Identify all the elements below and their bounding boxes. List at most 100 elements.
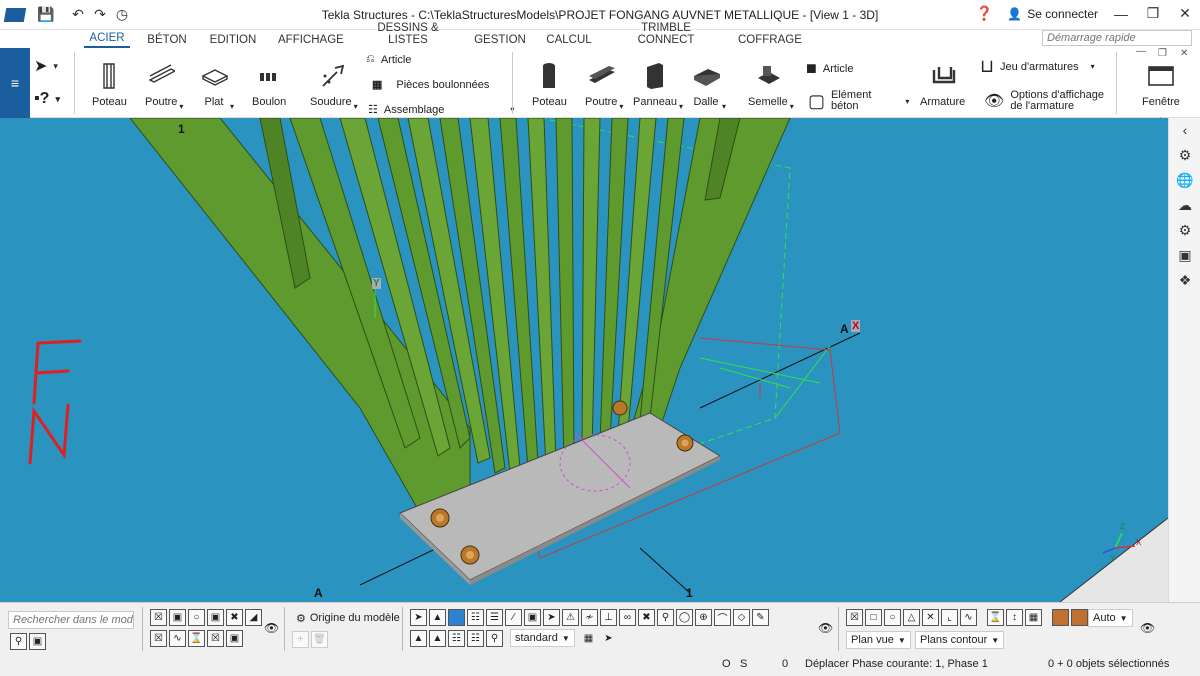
properties-icon[interactable]: ⚙ xyxy=(1169,143,1200,168)
weld-button[interactable]: Soudure ▾ xyxy=(310,62,358,111)
snap-triangle-icon[interactable]: ▲ xyxy=(429,609,446,626)
rebar-display-options-button[interactable]: 👁 Options d'affichage de l'armature xyxy=(984,90,1104,112)
concrete-element-button[interactable]: ▢ Elément béton ▾ xyxy=(808,90,909,112)
tekla-logo-icon[interactable] xyxy=(0,0,30,30)
globe-icon[interactable]: 🌐 xyxy=(1169,168,1200,193)
select-parts-icon[interactable]: ▣ xyxy=(169,609,186,626)
rebar-set-button[interactable]: ⊔ Jeu d'armatures ▾ xyxy=(980,56,1095,77)
zoom-selected-icon[interactable]: ▣ xyxy=(29,633,46,650)
undo-icon[interactable]: ↶ xyxy=(70,6,86,23)
steel-column-button[interactable]: Poteau xyxy=(92,62,127,108)
snap-pointer-icon[interactable]: ➤ xyxy=(410,609,427,626)
view-color-1-icon[interactable] xyxy=(1052,609,1069,626)
tab-dessins-listes[interactable]: DESSINS & LISTES xyxy=(362,22,454,48)
select-bolts-icon[interactable]: ▣ xyxy=(207,609,224,626)
visibility-eye-icon-3[interactable]: 👁 xyxy=(1140,621,1155,635)
snap-end-icon[interactable]: ◯ xyxy=(676,609,693,626)
tab-calcul[interactable]: CALCUL xyxy=(546,34,592,48)
snap-line-icon[interactable]: ∕ xyxy=(505,609,522,626)
concrete-article-button[interactable]: ■ Article xyxy=(806,58,853,79)
snap-lines-grid-icon[interactable]: ☷ xyxy=(467,630,484,647)
select-reference-icon[interactable]: ☒ xyxy=(207,630,224,647)
redo-icon[interactable]: ↷ xyxy=(92,6,108,23)
snap-perpendicular-icon[interactable]: ⊥ xyxy=(600,609,617,626)
view-cross-icon[interactable]: ✕ xyxy=(922,609,939,626)
select-points-icon[interactable]: ○ xyxy=(188,609,205,626)
slab-button[interactable]: Dalle ▾ xyxy=(692,62,726,111)
delete-origin-icon[interactable]: 🗑 xyxy=(311,631,328,648)
snap-grid-icon[interactable]: ☷ xyxy=(467,609,484,626)
help-icon[interactable]: ❓ xyxy=(975,5,993,22)
view-corner-icon[interactable]: ⌞ xyxy=(941,609,958,626)
footing-button[interactable]: Semelle ▾ xyxy=(748,62,794,111)
model-view[interactable] xyxy=(0,118,1168,602)
snap-reference-icon[interactable]: ▲ xyxy=(429,630,446,647)
select-planes-icon[interactable]: ◢ xyxy=(245,609,262,626)
steel-beam-button[interactable]: Poutre ▾ xyxy=(145,62,183,111)
concrete-column-button[interactable]: Poteau xyxy=(532,62,567,108)
snap-tool-icon[interactable]: ✎ xyxy=(752,609,769,626)
tab-beton[interactable]: BÉTON xyxy=(147,34,187,48)
collapse-panel-icon[interactable]: ‹ xyxy=(1169,118,1200,143)
connection-button[interactable]: ☷Assemblage▾ xyxy=(368,103,514,117)
select-components-icon[interactable]: ☒ xyxy=(150,630,167,647)
ribbon-menu-icon[interactable]: ≡ xyxy=(0,48,30,118)
tab-acier[interactable]: ACIER xyxy=(84,32,130,48)
snap-free-icon[interactable]: ➤ xyxy=(543,609,560,626)
select-assembly-icon[interactable]: ▣ xyxy=(226,630,243,647)
select-cuts-icon[interactable]: ∿ xyxy=(169,630,186,647)
snap-arc-icon[interactable]: ⌒ xyxy=(714,609,731,626)
steel-article-button[interactable]: ⎌ Article xyxy=(366,53,411,66)
snap-depth-select[interactable]: standard ▼ xyxy=(510,629,575,647)
snap-square-icon[interactable] xyxy=(448,609,465,626)
inquire-tool-icon[interactable]: ▪? ▾ xyxy=(34,90,60,108)
view-box-icon[interactable]: □ xyxy=(865,609,882,626)
model-search-input[interactable] xyxy=(8,611,134,629)
select-tool-icon[interactable]: ➤ ▾ xyxy=(34,56,58,76)
view-hourglass-icon[interactable]: ⌛ xyxy=(987,609,1004,626)
visibility-eye-icon-1[interactable]: 👁 xyxy=(264,621,279,635)
ortho-status[interactable]: O xyxy=(722,658,731,670)
view-all-icon[interactable]: ☒ xyxy=(846,609,863,626)
origin-button[interactable]: ⚙ Origine du modèle xyxy=(292,609,404,627)
concrete-beam-button[interactable]: Poutre ▾ xyxy=(585,62,623,111)
view-hash-icon[interactable]: ▦ xyxy=(1025,609,1042,626)
snap-points-grid-icon[interactable]: ☷ xyxy=(448,630,465,647)
tab-gestion[interactable]: GESTION xyxy=(474,34,526,48)
ribbon-restore-icon[interactable]: ❐ xyxy=(1158,48,1167,59)
cursor-icon[interactable]: ➤ xyxy=(600,630,617,647)
save-icon[interactable]: 💾 xyxy=(37,6,54,23)
view-circle-icon[interactable]: ○ xyxy=(884,609,901,626)
view-arrows-icon[interactable]: ↕ xyxy=(1006,609,1023,626)
add-origin-icon[interactable]: + xyxy=(292,631,309,648)
bolted-parts-button[interactable]: ▦ Pièces boulonnées xyxy=(372,78,489,92)
snap-tangent-icon[interactable]: ∞ xyxy=(619,609,636,626)
snap-plane-icon[interactable]: ◇ xyxy=(733,609,750,626)
auto-select[interactable]: Auto ▼ xyxy=(1088,609,1133,627)
bolt-button[interactable]: Boulon xyxy=(252,62,286,108)
ribbon-min-icon[interactable]: — xyxy=(1136,46,1146,57)
restore-icon[interactable]: ❐ xyxy=(1144,5,1162,22)
tab-edition[interactable]: EDITION xyxy=(208,34,258,48)
cube-icon[interactable]: ▣ xyxy=(1169,243,1200,268)
ribbon-close-icon[interactable]: ✕ xyxy=(1180,48,1188,59)
rebar-button[interactable]: Armature xyxy=(920,62,965,108)
cloud-icon[interactable]: ☁ xyxy=(1169,193,1200,218)
snap-mesh-icon[interactable]: ⚲ xyxy=(486,630,503,647)
snap-status[interactable]: S xyxy=(740,658,747,670)
apps-icon[interactable]: ❖ xyxy=(1169,268,1200,293)
snap-geometry-icon[interactable]: ▲ xyxy=(410,630,427,647)
snap-intersect-icon[interactable]: ✖ xyxy=(638,609,655,626)
ortho-icon[interactable]: ▦ xyxy=(580,630,597,647)
quick-search-input[interactable] xyxy=(1042,30,1192,46)
tab-trimble-connect[interactable]: TRIMBLE CONNECT xyxy=(614,22,718,48)
view-wave-icon[interactable]: ∿ xyxy=(960,609,977,626)
view-triangle-icon[interactable]: △ xyxy=(903,609,920,626)
3d-viewport[interactable]: 1 A 1 A X Y Z X Y xyxy=(0,118,1168,602)
plans-contour-select[interactable]: Plans contour ▼ xyxy=(915,631,1005,649)
search-icon[interactable]: ⚲ xyxy=(10,633,27,650)
snap-center-icon[interactable]: ⊕ xyxy=(695,609,712,626)
select-grid-icon[interactable]: ⌛ xyxy=(188,630,205,647)
select-welds-icon[interactable]: ✖ xyxy=(226,609,243,626)
tab-coffrage[interactable]: COFFRAGE xyxy=(738,34,802,48)
